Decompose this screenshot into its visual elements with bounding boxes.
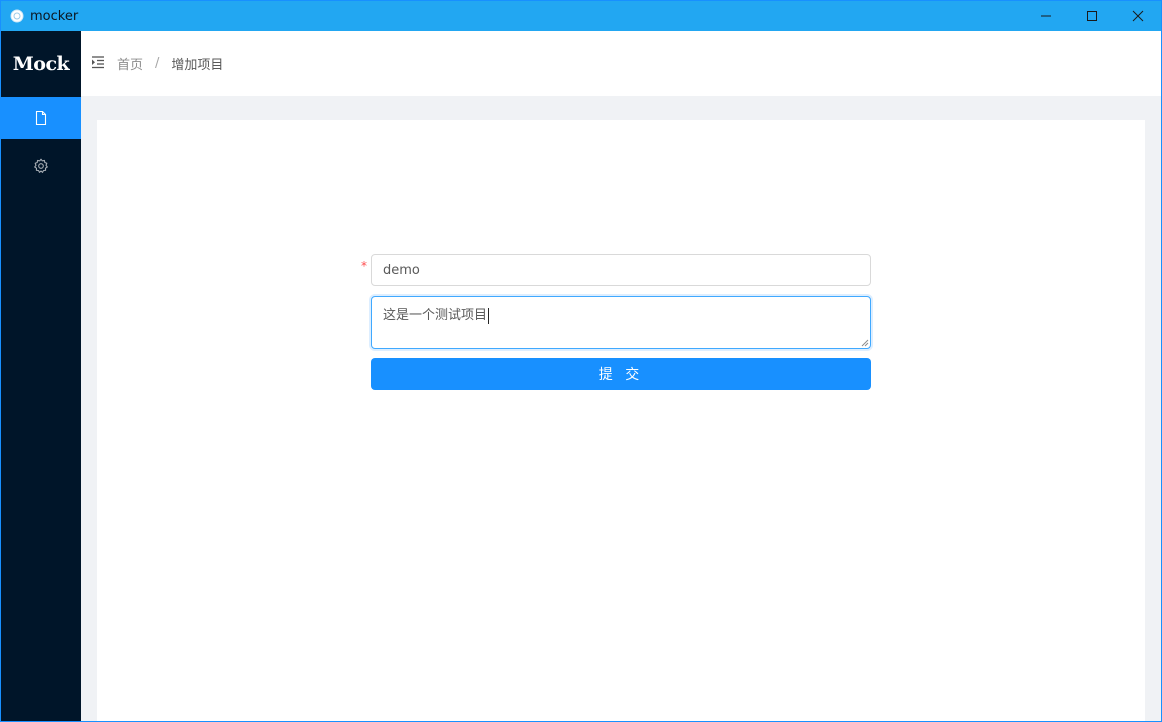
minimize-icon	[1041, 15, 1051, 17]
sidebar: Mock	[1, 31, 81, 721]
content-card: * demo 这是一个测试项目 提 交	[97, 120, 1145, 721]
gear-icon	[34, 158, 48, 173]
project-name-value: demo	[383, 262, 420, 278]
project-name-input[interactable]: demo	[371, 254, 871, 286]
maximize-icon	[1087, 11, 1097, 21]
project-description-textarea[interactable]: 这是一个测试项目	[371, 296, 871, 349]
menu-fold-icon[interactable]	[91, 54, 105, 73]
file-icon	[35, 110, 47, 126]
text-caret	[488, 307, 490, 324]
logo: Mock	[12, 53, 70, 75]
window-controls	[1023, 1, 1161, 31]
minimize-button[interactable]	[1023, 1, 1069, 31]
header: 首页 / 增加项目	[81, 31, 1161, 96]
app-window: mocker Mock 首页 / 增加项目 * demo 这是一个测试项目 提 …	[0, 0, 1162, 722]
sidebar-item-settings[interactable]	[1, 145, 81, 187]
app-icon	[10, 9, 24, 23]
sidebar-item-projects[interactable]	[1, 97, 81, 139]
breadcrumb-current: 增加项目	[171, 58, 224, 73]
title-bar[interactable]: mocker	[1, 1, 1161, 31]
breadcrumb-home[interactable]: 首页	[117, 54, 143, 73]
breadcrumb-separator: /	[155, 56, 160, 71]
required-indicator: *	[361, 259, 367, 273]
close-button[interactable]	[1115, 1, 1161, 31]
add-project-form: * demo 这是一个测试项目 提 交	[361, 254, 871, 390]
breadcrumb: 首页 / 增加项目	[117, 54, 223, 73]
resize-handle-icon[interactable]	[860, 338, 869, 347]
window-title: mocker	[30, 8, 79, 24]
project-description-value: 这是一个测试项目	[383, 308, 488, 323]
maximize-button[interactable]	[1069, 1, 1115, 31]
submit-button[interactable]: 提 交	[371, 358, 871, 390]
close-icon	[1132, 10, 1144, 22]
